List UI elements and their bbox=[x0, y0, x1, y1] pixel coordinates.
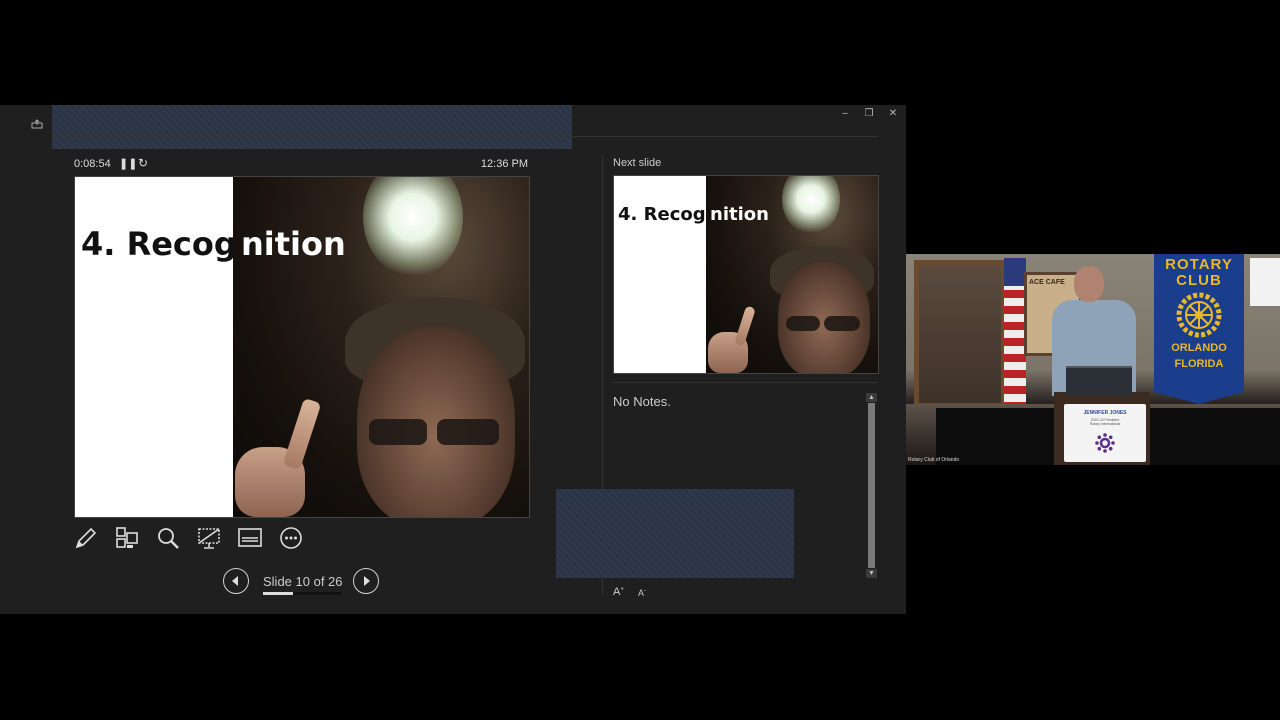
close-icon[interactable]: ✕ bbox=[886, 108, 900, 119]
slide-title-part-2: nition bbox=[241, 225, 346, 263]
notes-scrollbar[interactable]: ▲ ▼ bbox=[866, 393, 877, 578]
rotary-wheel-icon bbox=[1176, 292, 1222, 338]
next-glasses-right bbox=[824, 316, 860, 331]
slide-glasses-right bbox=[437, 419, 499, 445]
more-icon[interactable] bbox=[278, 525, 304, 551]
slides-grid-icon[interactable] bbox=[114, 525, 140, 551]
next-light-bulb-icon bbox=[782, 176, 840, 234]
restore-icon[interactable]: ❐ bbox=[862, 108, 876, 119]
subtitles-icon[interactable] bbox=[237, 525, 263, 551]
speaker-head bbox=[1074, 266, 1104, 302]
current-slide[interactable]: 4. Recog nition bbox=[74, 176, 530, 518]
next-slide-finger bbox=[734, 305, 756, 347]
scroll-down-icon[interactable]: ▼ bbox=[866, 569, 877, 578]
scroll-up-icon[interactable]: ▲ bbox=[866, 393, 877, 402]
light-bulb-icon bbox=[363, 177, 463, 277]
pen-icon[interactable] bbox=[73, 525, 99, 551]
video-feed: ACE CAFE JENNIFER JONES 2022-23 Presiden… bbox=[906, 254, 1280, 465]
chevron-left-icon bbox=[232, 576, 238, 586]
previous-slide-button[interactable] bbox=[223, 568, 249, 594]
video-screen bbox=[1250, 258, 1280, 306]
speaker-notes[interactable]: No Notes. bbox=[613, 394, 671, 409]
slide-title-part-1: 4. Recog bbox=[81, 225, 237, 263]
placard-subtitle-2: Rotary International bbox=[1089, 422, 1121, 426]
notes-divider bbox=[613, 382, 878, 383]
slide-progress-fill bbox=[263, 592, 294, 595]
chevron-right-icon bbox=[364, 576, 370, 586]
slide-finger bbox=[282, 397, 322, 471]
header-divider bbox=[52, 136, 878, 137]
american-flag-icon bbox=[1004, 258, 1026, 408]
banner-line-4: FLORIDA bbox=[1174, 358, 1224, 370]
minimize-icon[interactable]: – bbox=[838, 108, 852, 119]
podium-placard: JENNIFER JONES 2022-23 President Rotary … bbox=[1064, 404, 1146, 462]
scroll-thumb[interactable] bbox=[868, 403, 875, 568]
elapsed-timer: 0:08:54 bbox=[74, 158, 111, 170]
next-slide-preview[interactable]: 4. Recog nition bbox=[613, 175, 879, 374]
laptop-icon bbox=[1066, 366, 1132, 396]
next-glasses-left bbox=[786, 316, 820, 331]
banner-line-3: ORLANDO bbox=[1171, 342, 1227, 354]
redacted-region-bottom bbox=[556, 489, 794, 578]
black-screen-icon[interactable] bbox=[196, 525, 222, 551]
increase-font-icon[interactable]: A+ bbox=[613, 586, 624, 598]
banner-line-1: ROTARY bbox=[1165, 256, 1233, 273]
placard-name: JENNIFER JONES bbox=[1083, 410, 1127, 416]
pause-timer-icon[interactable]: ❚❚ bbox=[119, 157, 137, 170]
rotary-logo-icon bbox=[1095, 433, 1115, 453]
next-slide-label: Next slide bbox=[613, 157, 662, 169]
rotary-banner: ROTARY CLUB ORLANDO FLORIDA bbox=[1154, 254, 1244, 404]
slide-counter[interactable]: Slide 10 of 26 bbox=[263, 574, 343, 589]
placard-subtitle: 2022-23 President Rotary International bbox=[1064, 418, 1146, 426]
current-time: 12:36 PM bbox=[480, 158, 528, 170]
video-caption: Rotary Club of Orlando bbox=[908, 457, 960, 463]
redacted-region-top bbox=[52, 105, 572, 149]
slide-progress-bar bbox=[263, 592, 341, 595]
decrease-font-icon[interactable]: A- bbox=[638, 588, 646, 598]
title-bar-icon[interactable] bbox=[31, 119, 43, 129]
zoom-icon[interactable] bbox=[155, 525, 181, 551]
next-slide-title-part-1: 4. Recog bbox=[618, 204, 706, 225]
next-slide-button[interactable] bbox=[353, 568, 379, 594]
next-slide-title-part-2: nition bbox=[710, 204, 769, 225]
slide-glasses-left bbox=[369, 419, 427, 445]
banner-line-2: CLUB bbox=[1176, 272, 1222, 289]
video-wall-display bbox=[914, 260, 1006, 408]
restart-timer-icon[interactable]: ↻ bbox=[138, 156, 148, 170]
flag-canton bbox=[1004, 258, 1026, 286]
